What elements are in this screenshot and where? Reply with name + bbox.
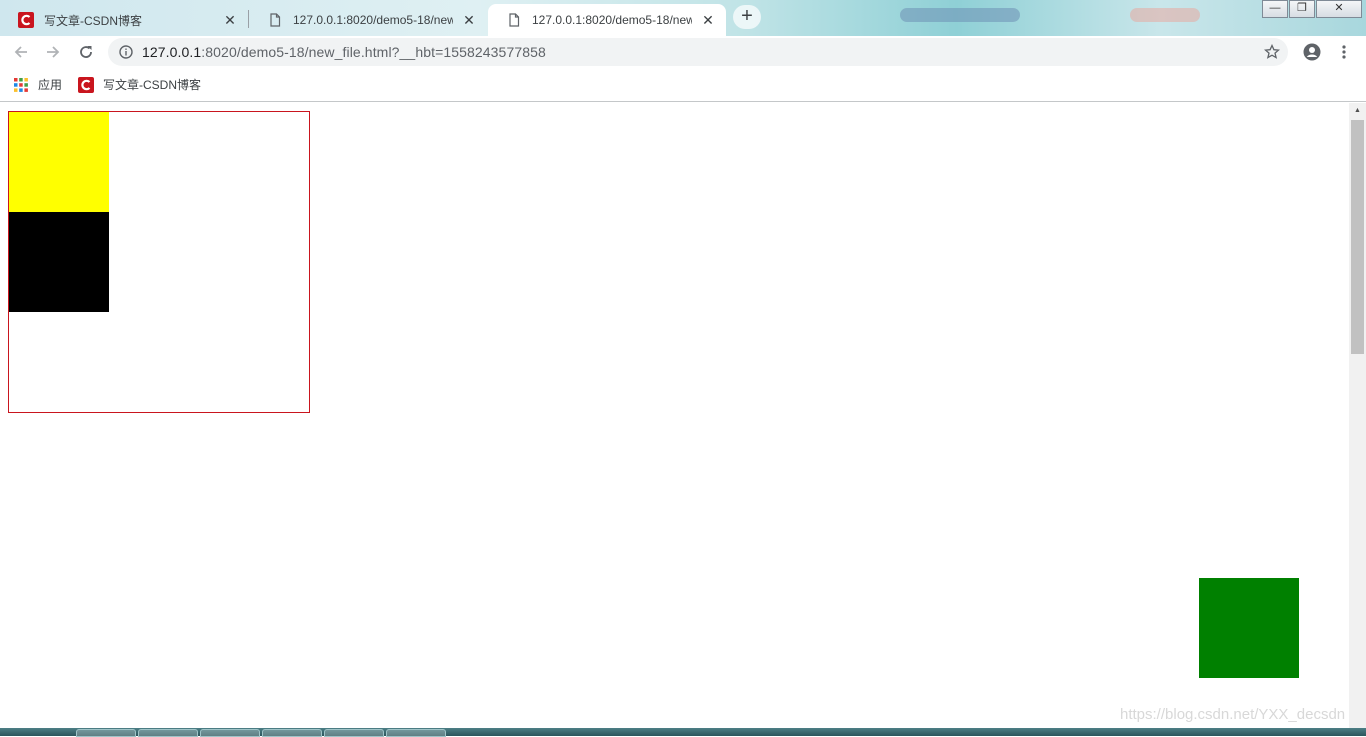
url-path: :8020/demo5-18/new_file.html?__hbt=15582…	[201, 44, 546, 60]
forward-button[interactable]	[41, 40, 65, 64]
tab-title: 写文章-CSDN博客	[44, 13, 142, 28]
page-icon	[509, 13, 520, 27]
tab-csdn-write[interactable]: 写文章-CSDN博客 ✕	[0, 4, 248, 36]
page-icon	[270, 13, 281, 27]
watermark: https://blog.csdn.net/YXX_decsdn	[1120, 706, 1346, 723]
profile-button[interactable]	[1300, 40, 1324, 64]
wallpaper-decoration	[1130, 8, 1200, 22]
reload-icon	[80, 46, 92, 58]
close-icon[interactable]: ✕	[461, 12, 477, 28]
window-close-button[interactable]: ✕	[1316, 0, 1362, 18]
page-viewport	[0, 103, 1349, 728]
new-tab-button[interactable]: +	[733, 5, 761, 29]
info-icon[interactable]	[119, 45, 133, 59]
close-icon[interactable]: ✕	[222, 12, 238, 28]
back-arrow-icon	[14, 46, 27, 58]
forward-arrow-icon	[47, 46, 60, 58]
container-box	[8, 111, 310, 413]
tab-title: 127.0.0.1:8020/demo5-18/new	[532, 13, 692, 27]
tab-local-file-active[interactable]: 127.0.0.1:8020/demo5-18/new ✕	[488, 4, 726, 36]
back-button[interactable]	[9, 40, 33, 64]
bookmark-apps[interactable]: 应用	[13, 76, 62, 93]
browser-toolbar: 127.0.0.1:8020/demo5-18/new_file.html?__…	[0, 36, 1366, 68]
csdn-icon	[18, 12, 34, 28]
bookmark-label: 应用	[38, 78, 63, 92]
menu-button[interactable]	[1332, 40, 1356, 64]
restore-button[interactable]: ❐	[1289, 0, 1315, 18]
vertical-scrollbar[interactable]: ▲	[1349, 103, 1366, 728]
minimize-button[interactable]: —	[1262, 0, 1288, 18]
apps-grid-icon	[14, 77, 28, 92]
black-box	[9, 212, 109, 312]
bookmarks-bar: 应用 写文章-CSDN博客	[0, 68, 1366, 102]
tab-strip: 写文章-CSDN博客 ✕ 127.0.0.1:8020/demo5-18/new…	[0, 0, 1366, 36]
tab-title: 127.0.0.1:8020/demo5-18/new	[293, 13, 453, 27]
bookmark-csdn-write[interactable]: 写文章-CSDN博客	[78, 76, 201, 93]
yellow-box	[9, 112, 109, 212]
scroll-up-arrow-icon[interactable]: ▲	[1349, 103, 1366, 119]
scroll-thumb[interactable]	[1351, 120, 1364, 354]
bookmark-star-icon[interactable]	[1264, 44, 1280, 60]
csdn-icon	[78, 76, 94, 93]
reload-button[interactable]	[74, 40, 98, 64]
os-taskbar	[0, 728, 1366, 737]
close-icon[interactable]: ✕	[700, 12, 716, 28]
green-box	[1199, 578, 1299, 678]
bookmark-label: 写文章-CSDN博客	[103, 78, 201, 92]
account-icon	[1303, 43, 1321, 61]
tab-local-file-1[interactable]: 127.0.0.1:8020/demo5-18/new ✕	[249, 4, 487, 36]
address-bar[interactable]: 127.0.0.1:8020/demo5-18/new_file.html?__…	[108, 38, 1288, 66]
wallpaper-decoration	[900, 8, 1020, 22]
more-vert-icon	[1342, 45, 1346, 59]
url-host: 127.0.0.1	[142, 44, 202, 60]
url-text: 127.0.0.1:8020/demo5-18/new_file.html?__…	[142, 44, 546, 60]
